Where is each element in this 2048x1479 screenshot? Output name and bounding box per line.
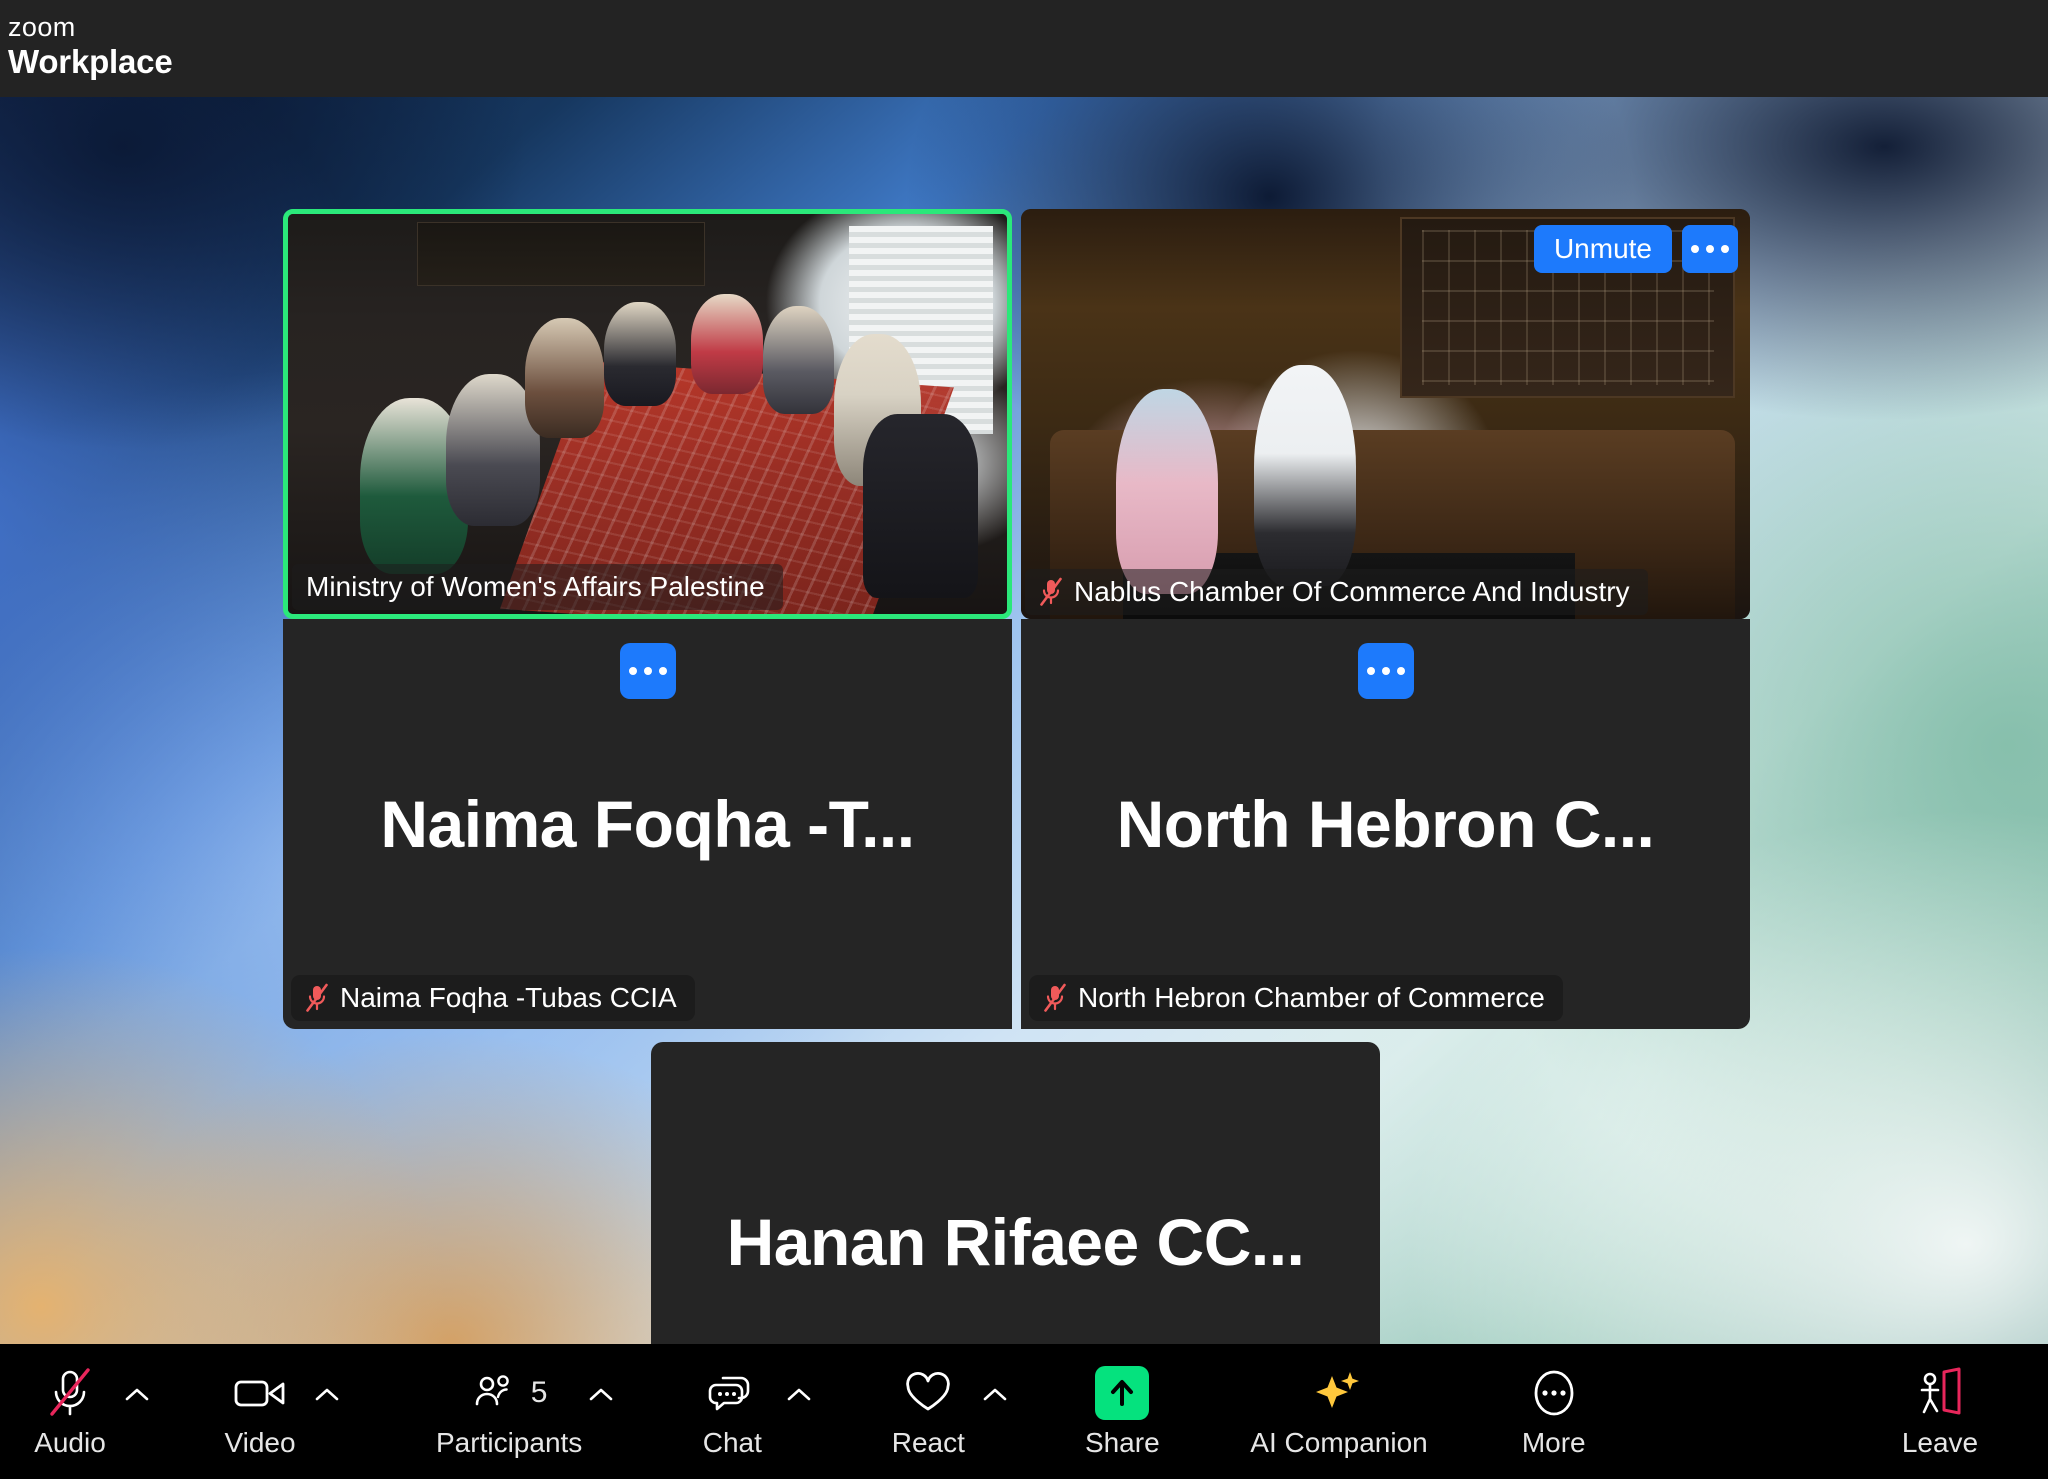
participant-figure — [863, 414, 979, 598]
sparkles-icon — [1311, 1365, 1367, 1421]
participant-placeholder-name: North Hebron C... — [1116, 787, 1655, 861]
toolbar-group-share: Share — [1074, 1344, 1170, 1479]
chat-options-chevron-up-icon[interactable] — [780, 1344, 818, 1479]
video-tile-naima-foqha[interactable]: Naima Foqha -T... Naima Foqha -Tubas CCI… — [283, 619, 1012, 1029]
tile-hover-actions-north-hebron — [1357, 643, 1414, 699]
toolbar-group-audio: Audio — [22, 1344, 156, 1479]
participant-name-label: North Hebron Chamber of Commerce — [1078, 982, 1545, 1013]
video-feed-ministry — [288, 214, 1007, 614]
toolbar-label-leave: Leave — [1901, 1426, 1979, 1458]
participant-name-label: Ministry of Women's Affairs Palestine — [306, 571, 765, 602]
toolbar-label-participants: Participants — [436, 1426, 583, 1458]
participant-name-label: Naima Foqha -Tubas CCIA — [340, 982, 677, 1013]
app-header: zoom Workplace — [0, 0, 2048, 97]
participant-figure — [690, 294, 763, 394]
participant-placeholder-name: Naima Foqha -T... — [380, 787, 915, 861]
microphone-muted-icon — [305, 983, 329, 1013]
ellipsis-icon[interactable] — [619, 643, 676, 699]
toolbar-group-react: React — [880, 1344, 1014, 1479]
toolbar-button-share[interactable]: Share — [1074, 1344, 1170, 1479]
video-tile-ministry-of-womens-affairs[interactable]: Ministry of Women's Affairs Palestine — [283, 209, 1012, 619]
tile-hover-actions-nablus: Unmute — [1533, 225, 1738, 273]
video-gallery-grid: Ministry of Women's Affairs Palestine Un… — [0, 97, 2048, 1442]
toolbar-label-audio: Audio — [34, 1426, 106, 1458]
participant-name-chip: Nablus Chamber Of Commerce And Industry — [1025, 569, 1648, 615]
toolbar-button-participants[interactable]: 5 Participants — [436, 1344, 582, 1479]
participant-name-chip: Naima Foqha -Tubas CCIA — [291, 975, 695, 1021]
video-options-chevron-up-icon[interactable] — [308, 1344, 346, 1479]
toolbar-button-audio[interactable]: Audio — [22, 1344, 118, 1479]
microphone-muted-icon — [1039, 577, 1063, 607]
ellipsis-icon[interactable] — [1357, 643, 1414, 699]
video-tile-nablus-chamber[interactable]: Unmute Nablus Chamber Of Commerce And In… — [1021, 209, 1750, 619]
toolbar-button-more[interactable]: More — [1506, 1344, 1602, 1479]
toolbar-group-more: More — [1506, 1344, 1602, 1479]
zoom-meeting-window: zoom Workplace Ministry of Women's Affai… — [0, 0, 2048, 1479]
toolbar-label-ai-companion: AI Companion — [1250, 1426, 1428, 1458]
room-wall-banner — [417, 222, 705, 286]
toolbar-button-chat[interactable]: Chat — [684, 1344, 780, 1479]
ellipsis-icon[interactable] — [1682, 225, 1738, 273]
toolbar-button-leave[interactable]: Leave — [1892, 1344, 1988, 1479]
participants-options-chevron-up-icon[interactable] — [582, 1344, 620, 1479]
participant-figure — [762, 306, 835, 414]
participant-figure — [525, 318, 605, 438]
toolbar-group-participants: 5 Participants — [436, 1344, 620, 1479]
microphone-muted-icon — [1043, 983, 1067, 1013]
heart-icon — [903, 1365, 953, 1421]
toolbar-label-more: More — [1521, 1426, 1586, 1458]
toolbar-button-ai-companion[interactable]: AI Companion — [1250, 1344, 1428, 1479]
share-screen-icon — [1095, 1365, 1150, 1421]
zoom-workplace-logo: zoom Workplace — [8, 12, 173, 80]
toolbar-group-video: Video — [212, 1344, 346, 1479]
brand-zoom-text: zoom — [8, 12, 76, 42]
toolbar-button-react[interactable]: React — [880, 1344, 976, 1479]
participant-placeholder-name: Hanan Rifaee CC... — [726, 1205, 1305, 1279]
participants-count-badge: 5 — [530, 1375, 548, 1409]
unmute-button[interactable]: Unmute — [1533, 225, 1672, 273]
toolbar-label-video: Video — [224, 1426, 296, 1458]
video-camera-icon — [232, 1365, 288, 1421]
participant-name-chip: North Hebron Chamber of Commerce — [1029, 975, 1563, 1021]
video-tile-north-hebron-chamber[interactable]: North Hebron C... North Hebron Chamber o… — [1021, 619, 1750, 1029]
meeting-controls-toolbar: Audio Video 5 Participants Chat React Sh… — [0, 1344, 2048, 1479]
microphone-muted-icon — [46, 1365, 94, 1421]
chat-bubble-icon — [707, 1365, 757, 1421]
toolbar-label-share: Share — [1084, 1426, 1160, 1458]
participant-figure — [1254, 364, 1357, 587]
participant-name-chip: Ministry of Women's Affairs Palestine — [292, 564, 783, 610]
tile-hover-actions-naima — [619, 643, 676, 699]
toolbar-group-ai-companion: AI Companion — [1250, 1344, 1428, 1479]
toolbar-label-react: React — [891, 1426, 965, 1458]
brand-workplace-text: Workplace — [8, 43, 173, 80]
participant-name-label: Nablus Chamber Of Commerce And Industry — [1074, 576, 1630, 607]
toolbar-button-video[interactable]: Video — [212, 1344, 308, 1479]
toolbar-label-chat: Chat — [702, 1426, 762, 1458]
participant-figure — [604, 302, 677, 406]
participants-icon: 5 — [471, 1365, 548, 1421]
toolbar-group-leave: Leave — [1892, 1344, 1988, 1479]
audio-options-chevron-up-icon[interactable] — [118, 1344, 156, 1479]
more-ellipsis-circle-icon — [1528, 1365, 1580, 1421]
participant-figure — [1115, 389, 1218, 595]
leave-door-icon — [1913, 1365, 1967, 1421]
react-options-chevron-up-icon[interactable] — [976, 1344, 1014, 1479]
toolbar-group-chat: Chat — [684, 1344, 818, 1479]
